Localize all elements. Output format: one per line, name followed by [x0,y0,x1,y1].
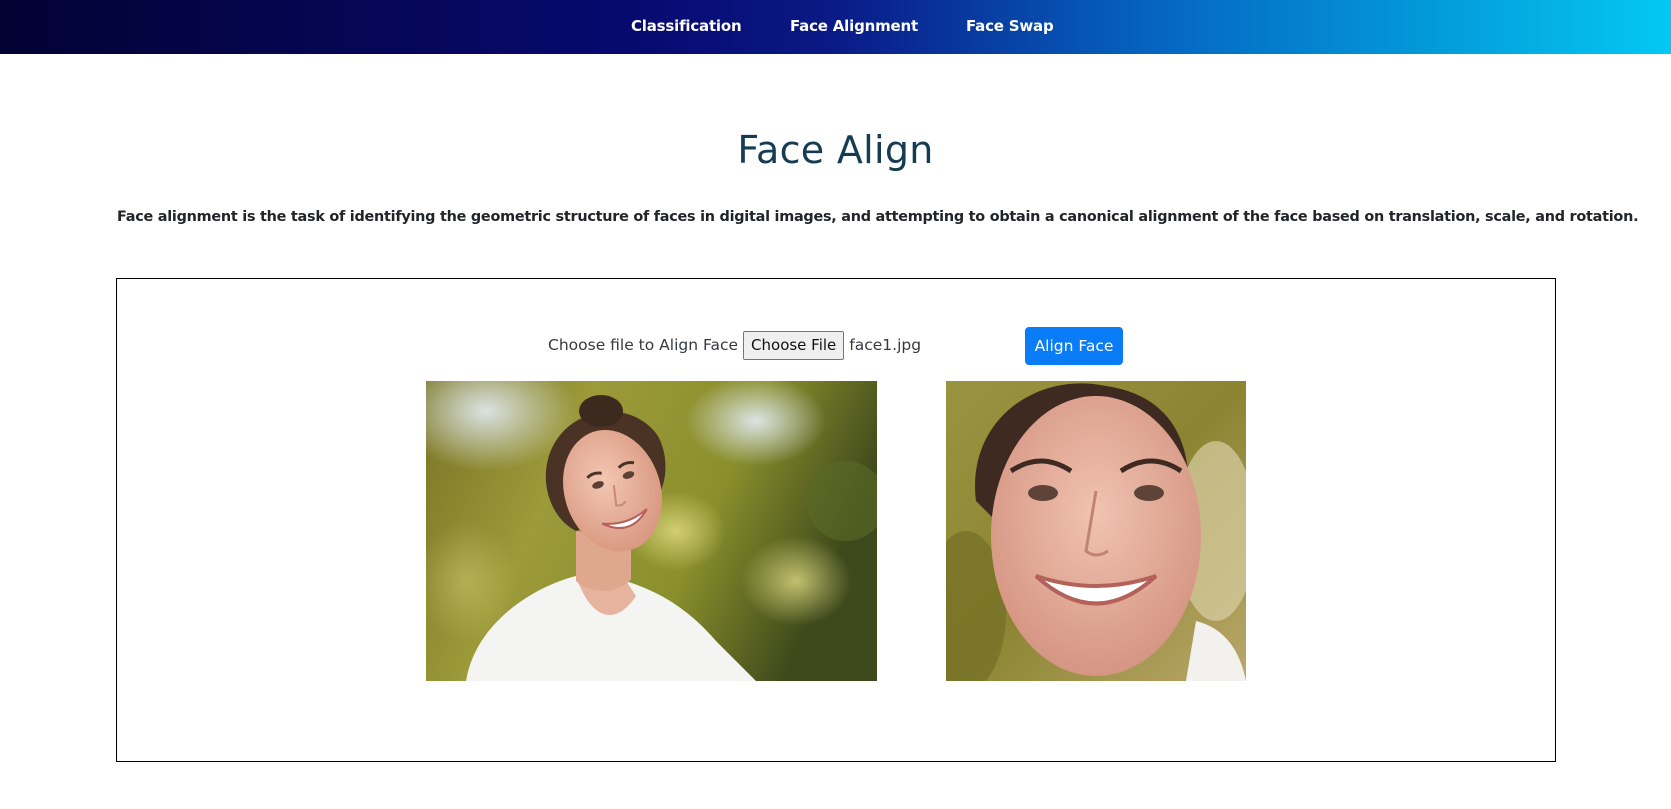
selected-file-name: face1.jpg [849,336,922,354]
file-upload-label: Choose file to Align Face [548,336,739,354]
page-title: Face Align [737,128,934,172]
nav-link-face-swap[interactable]: Face Swap [966,17,1054,35]
file-upload-row: Choose file to Align Face Choose File fa… [548,330,921,360]
nav-link-classification[interactable]: Classification [631,17,742,35]
top-navbar: Classification Face Alignment Face Swap [0,0,1671,54]
align-face-button[interactable]: Align Face [1025,327,1123,365]
choose-file-button[interactable]: Choose File [743,330,845,360]
aligned-face-image [946,381,1246,681]
nav-link-face-alignment[interactable]: Face Alignment [790,17,918,35]
original-face-image [426,381,877,681]
page-description: Face alignment is the task of identifyin… [117,209,1639,225]
